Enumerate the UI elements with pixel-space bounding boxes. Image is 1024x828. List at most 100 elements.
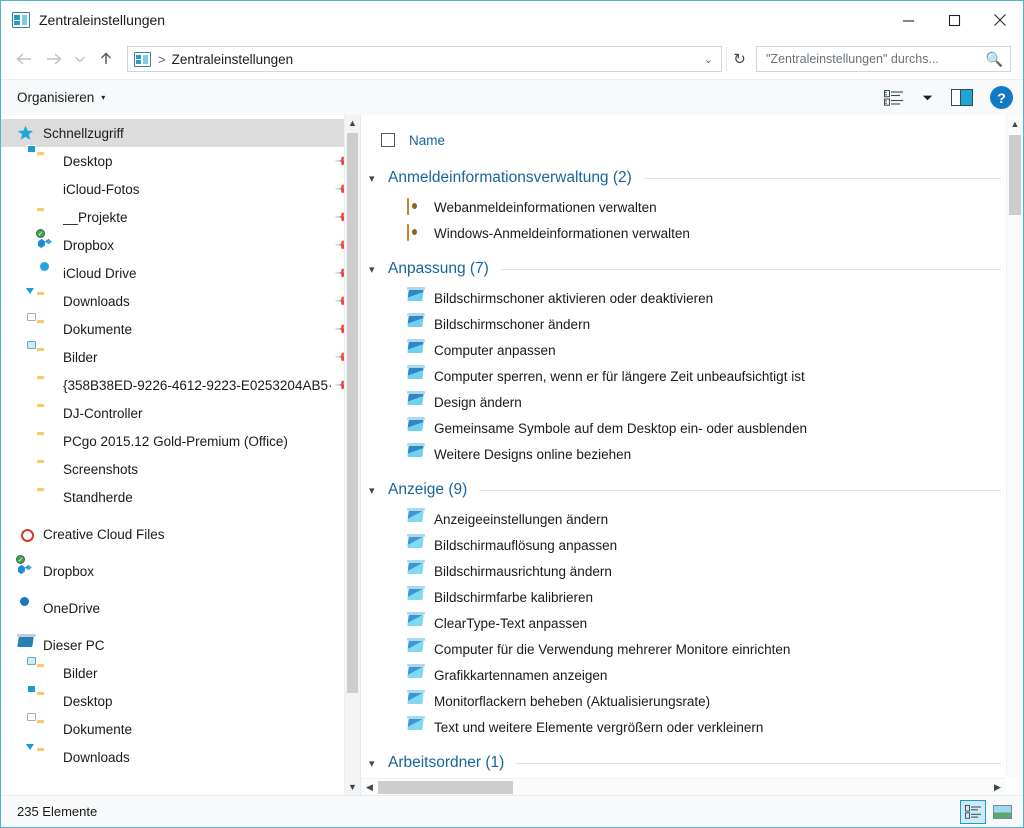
sidebar-item[interactable]: Dieser PC <box>1 631 360 659</box>
list-item[interactable]: Bildschirmausrichtung ändern <box>361 558 1005 584</box>
list-item[interactable]: Bildschirmfarbe kalibrieren <box>361 584 1005 610</box>
list-item[interactable]: Grafikkartennamen anzeigen <box>361 662 1005 688</box>
forward-button[interactable] <box>39 44 69 74</box>
select-all-checkbox[interactable] <box>381 133 395 147</box>
preview-pane-button[interactable] <box>942 83 982 113</box>
list-item[interactable]: Webanmeldeinformationen verwalten <box>361 194 1005 220</box>
list-item[interactable]: Computer sperren, wenn er für längere Ze… <box>361 363 1005 389</box>
chevron-down-icon[interactable]: ▾ <box>369 484 379 497</box>
list-item[interactable]: ClearType-Text anpassen <box>361 610 1005 636</box>
this-pc-icon <box>17 634 36 653</box>
folder-pictures-icon <box>27 341 55 365</box>
list-item[interactable]: Bildschirmauflösung anpassen <box>361 532 1005 558</box>
icloud-drive-icon <box>37 265 55 281</box>
sidebar-item[interactable]: Creative Cloud Files <box>1 520 360 548</box>
folder-pictures-icon <box>27 657 55 681</box>
maximize-button[interactable] <box>931 1 977 39</box>
chevron-down-icon[interactable]: ▾ <box>369 172 379 185</box>
list-item[interactable]: Computer für die Verwendung mehrerer Mon… <box>361 636 1005 662</box>
chevron-down-icon[interactable]: ▾ <box>369 263 379 276</box>
sidebar-item[interactable]: Downloads <box>1 743 360 771</box>
sidebar-scroll-thumb[interactable] <box>347 133 358 693</box>
status-bar: 235 Elemente <box>1 795 1023 827</box>
onedrive-icon <box>17 600 35 616</box>
h-scroll-track[interactable] <box>378 780 989 794</box>
list-item[interactable]: Anzeigeeinstellungen ändern <box>361 506 1005 532</box>
address-bar[interactable]: > Zentraleinstellungen ⌄ <box>127 46 722 72</box>
list-item[interactable]: Gemeinsame Symbole auf dem Desktop ein- … <box>361 415 1005 441</box>
close-button[interactable] <box>977 1 1023 39</box>
sidebar-item[interactable]: ✓ Dropbox <box>1 555 360 585</box>
recent-locations-button[interactable] <box>69 44 91 74</box>
search-box[interactable]: 🔍 <box>756 46 1011 72</box>
details-view-button[interactable] <box>960 799 986 824</box>
star-icon <box>18 125 33 140</box>
sidebar-item[interactable]: OneDrive <box>1 594 360 622</box>
monitor-flat-icon <box>407 690 425 709</box>
list-item[interactable]: Monitorflackern beheben (Aktualisierungs… <box>361 688 1005 714</box>
view-options-dropdown[interactable] <box>913 83 942 113</box>
group-header[interactable]: ▾ Anpassung (7) <box>361 253 1005 285</box>
address-dropdown-icon[interactable]: ⌄ <box>696 53 721 66</box>
list-item-label: Computer sperren, wenn er für längere Ze… <box>434 368 805 384</box>
sidebar-item[interactable]: iCloud Drive📌 <box>1 259 360 287</box>
scroll-down-icon[interactable]: ▼ <box>345 779 360 795</box>
sidebar-item[interactable]: Dokumente📌 <box>1 313 360 343</box>
sidebar-item[interactable]: PCgo 2015.12 Gold-Premium (Office) <box>1 427 360 455</box>
sidebar-item[interactable]: __Projekte📌 <box>1 203 360 231</box>
list-item[interactable]: Bildschirmschoner ändern <box>361 311 1005 337</box>
list-item[interactable]: Computer anpassen <box>361 337 1005 363</box>
sidebar-item[interactable]: Desktop <box>1 685 360 715</box>
list-item[interactable]: Weitere Designs online beziehen <box>361 441 1005 467</box>
content-horizontal-scrollbar[interactable]: ◀ ▶ <box>361 778 1006 795</box>
list-item[interactable]: Text und weitere Elemente vergrößern ode… <box>361 714 1005 740</box>
group-header[interactable]: ▾ Arbeitsordner (1) <box>361 747 1005 779</box>
minimize-button[interactable] <box>885 1 931 39</box>
group-rule <box>643 177 1001 179</box>
search-icon[interactable]: 🔍 <box>986 51 1003 68</box>
sidebar-item[interactable]: Standherde <box>1 483 360 511</box>
refresh-button[interactable]: ↻ <box>726 47 752 71</box>
up-button[interactable] <box>91 44 121 74</box>
sidebar-item[interactable]: iCloud-Fotos📌 <box>1 175 360 203</box>
folder-icon <box>37 208 55 225</box>
group-title: Anzeige (9) <box>388 481 468 498</box>
group-header[interactable]: ▾ Anzeige (9) <box>361 474 1005 506</box>
sidebar-item[interactable]: {358B38ED-9226-4612-9223-E0253204AB5·📌 <box>1 371 360 399</box>
list-item[interactable]: Windows-Anmeldeinformationen verwalten <box>361 220 1005 246</box>
sidebar-item[interactable]: Bilder📌 <box>1 341 360 371</box>
sidebar-scrollbar[interactable]: ▲ ▼ <box>344 115 360 795</box>
sidebar-item[interactable]: Schnellzugriff <box>1 119 360 147</box>
h-scroll-thumb[interactable] <box>378 780 513 794</box>
help-button[interactable]: ? <box>990 86 1013 109</box>
sidebar-item[interactable]: Bilder <box>1 657 360 687</box>
sidebar-item[interactable]: DJ-Controller <box>1 399 360 427</box>
sidebar-item[interactable]: Desktop📌 <box>1 145 360 175</box>
content-vertical-scrollbar[interactable]: ▲ <box>1006 115 1023 778</box>
large-icons-view-icon <box>992 804 1012 819</box>
scroll-up-icon[interactable]: ▲ <box>345 115 360 131</box>
list-item[interactable]: Bildschirmschoner aktivieren oder deakti… <box>361 285 1005 311</box>
content-scroll-thumb[interactable] <box>1009 135 1021 215</box>
scroll-left-icon[interactable]: ◀ <box>361 782 378 793</box>
view-options-button[interactable] <box>875 83 913 113</box>
scroll-right-icon[interactable]: ▶ <box>989 782 1006 793</box>
sidebar-item-label: Downloads <box>63 293 130 309</box>
group-header[interactable]: ▾ Anmeldeinformationsverwaltung (2) <box>361 162 1005 194</box>
sidebar-item[interactable]: Screenshots <box>1 455 360 483</box>
folder-downloads-icon <box>26 744 55 765</box>
scroll-up-icon[interactable]: ▲ <box>1007 115 1023 132</box>
column-header-name[interactable]: Name <box>409 133 445 148</box>
list-item[interactable]: Design ändern <box>361 389 1005 415</box>
organize-button[interactable]: Organisieren ▾ <box>17 90 105 105</box>
sidebar-item[interactable]: ✓Dropbox📌 <box>1 229 360 259</box>
large-icons-view-button[interactable] <box>989 800 1015 824</box>
sidebar-item[interactable]: Downloads📌 <box>1 287 360 315</box>
group-title: Arbeitsordner (1) <box>388 754 505 771</box>
list-item-label: Windows-Anmeldeinformationen verwalten <box>434 225 690 241</box>
back-button[interactable] <box>9 44 39 74</box>
search-input[interactable] <box>766 52 982 66</box>
breadcrumb-control-panel-icon <box>134 51 151 67</box>
chevron-down-icon[interactable]: ▾ <box>369 757 379 770</box>
sidebar-item[interactable]: Dokumente <box>1 713 360 743</box>
